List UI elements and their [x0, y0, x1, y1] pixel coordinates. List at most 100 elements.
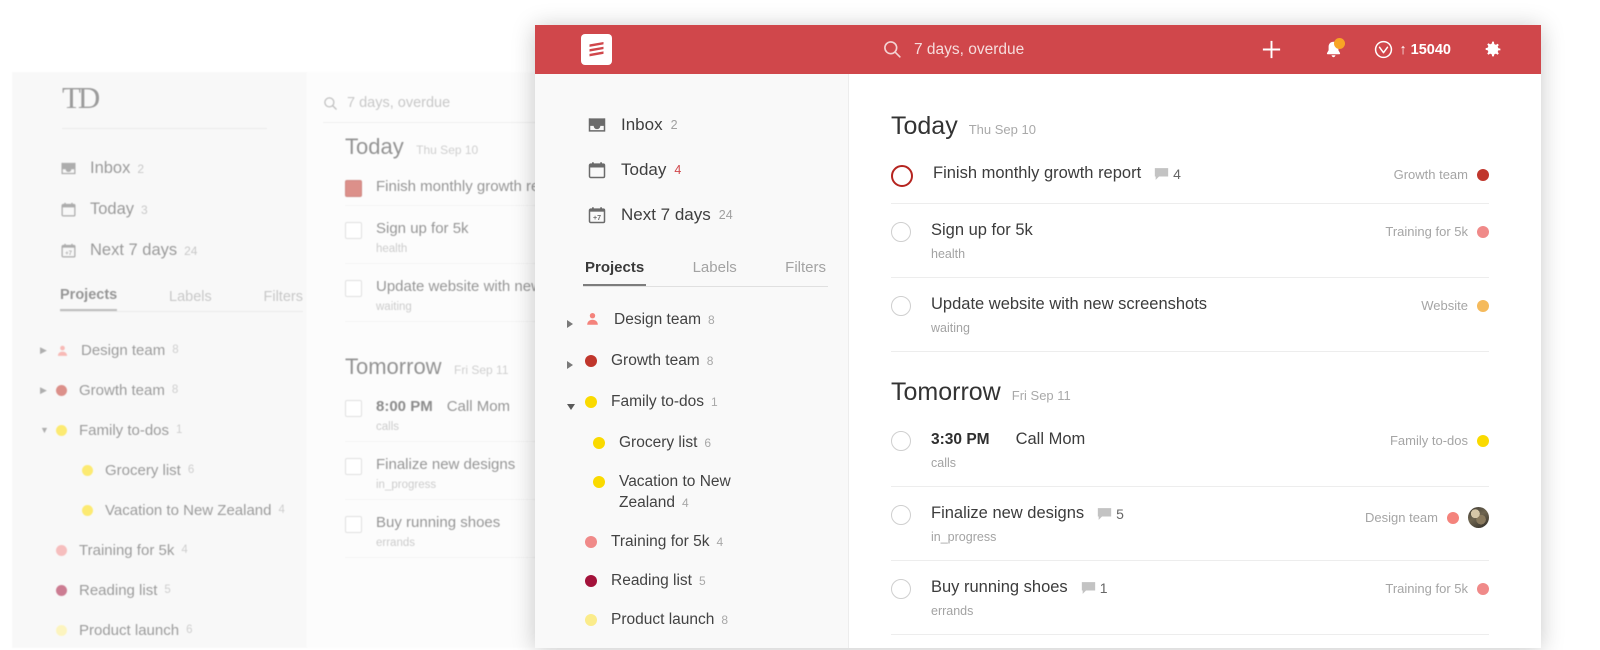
- background-project-item[interactable]: Grocery list 6: [40, 450, 310, 490]
- task-main: Finalize new designs 5 in_progress: [931, 504, 1365, 544]
- sidebar-project-vacation-to-new-zealand[interactable]: Vacation to New Zealand 4: [535, 463, 848, 523]
- background-project-label: Growth team: [79, 381, 165, 399]
- sidebar-project-label-wrap: Family to-dos 1: [611, 392, 718, 413]
- task-checkbox[interactable]: [891, 222, 911, 242]
- sidebar-project-family-to-dos[interactable]: Family to-dos 1: [535, 383, 848, 424]
- task-project-name[interactable]: Training for 5k: [1385, 581, 1468, 596]
- background-project-item[interactable]: ▶ Growth team 8: [40, 370, 310, 410]
- background-nav-item[interactable]: +7 Next 7 days 24: [60, 230, 300, 271]
- background-project-item[interactable]: ▼ Family to-dos 1: [40, 410, 310, 450]
- background-task-checkbox[interactable]: [345, 180, 362, 197]
- background-task-body: Finalize new designs in_progress: [376, 456, 515, 491]
- screenshot-stage: TD Inbox 2 Today 3 +7 Next 7 days 24 Pro…: [0, 0, 1600, 648]
- task-comments[interactable]: 5: [1097, 506, 1124, 522]
- task-row[interactable]: Finalize new designs 5 in_progress Desig…: [891, 487, 1489, 561]
- background-task-list: Today Thu Sep 10 Finish monthly growth r…: [345, 134, 627, 558]
- background-task-row[interactable]: 8:00 PM Call Mom calls: [345, 384, 555, 442]
- search-bar[interactable]: 7 days, overdue: [883, 25, 1024, 74]
- background-task-checkbox[interactable]: [345, 516, 362, 533]
- task-comments[interactable]: 4: [1154, 166, 1181, 182]
- background-project-count: 6: [186, 624, 193, 636]
- background-task-row[interactable]: Buy running shoes errands ≡: [345, 500, 558, 558]
- sidebar-project-growth-team[interactable]: Growth team 8: [535, 342, 848, 383]
- task-comment-count: 5: [1116, 505, 1124, 522]
- task-row[interactable]: Update website with new screenshots wait…: [891, 278, 1489, 352]
- task-project-name[interactable]: Training for 5k: [1385, 224, 1468, 239]
- background-task-checkbox[interactable]: [345, 458, 362, 475]
- background-task-row[interactable]: Finish monthly growth report: [345, 164, 565, 206]
- task-checkbox[interactable]: [891, 579, 911, 599]
- task-checkbox[interactable]: [891, 165, 913, 187]
- task-project-name[interactable]: Growth team: [1394, 167, 1468, 182]
- background-tabs: Projects Labels Filters: [60, 277, 303, 312]
- background-nav-item[interactable]: Inbox 2: [60, 148, 300, 189]
- project-color-dot: [1447, 511, 1459, 524]
- section-date: Fri Sep 11: [1011, 388, 1071, 403]
- background-task-row[interactable]: Sign up for 5k health: [345, 206, 555, 264]
- task-row[interactable]: Finish monthly growth report 4 Growth te…: [891, 147, 1489, 204]
- background-task-checkbox[interactable]: [345, 280, 362, 297]
- tab-labels[interactable]: Labels: [691, 259, 739, 286]
- search-input[interactable]: 7 days, overdue: [914, 41, 1024, 59]
- twisty-right-icon[interactable]: [567, 351, 585, 374]
- search-icon: [324, 96, 337, 110]
- sidebar-item-next 7 days[interactable]: +7 Next 7 days 24: [535, 192, 848, 237]
- sidebar-item-today[interactable]: Today 4: [535, 147, 848, 192]
- tab-projects[interactable]: Projects: [583, 259, 647, 286]
- background-project-label: Vacation to New Zealand: [105, 501, 272, 519]
- task-label: calls: [931, 456, 957, 470]
- notifications-button[interactable]: [1302, 25, 1364, 74]
- twisty-right-icon[interactable]: [567, 310, 585, 333]
- tab-filters[interactable]: Filters: [783, 259, 828, 286]
- task-row[interactable]: 3:30 PM Call Mom calls Family to-dos: [891, 413, 1489, 487]
- twisty-right-icon[interactable]: ▶: [40, 385, 56, 396]
- background-project-item[interactable]: ▶ Design team 8: [40, 330, 310, 370]
- background-tab-projects[interactable]: Projects: [60, 287, 118, 311]
- task-checkbox[interactable]: [891, 505, 911, 525]
- sidebar-project-reading-list[interactable]: Reading list 5: [535, 562, 848, 601]
- background-nav-count: 3: [141, 202, 148, 217]
- background-task-row[interactable]: Finalize new designs in_progress ≡: [345, 442, 558, 500]
- background-task-body: 8:00 PM Call Mom calls: [376, 398, 510, 433]
- avatar[interactable]: [1468, 507, 1489, 528]
- settings-button[interactable]: [1461, 25, 1523, 74]
- twisty-right-icon[interactable]: ▶: [40, 345, 56, 356]
- background-nav-item[interactable]: Today 3: [60, 189, 300, 230]
- task-title-line: Update website with new screenshots: [931, 295, 1421, 314]
- background-task-checkbox[interactable]: [345, 400, 362, 417]
- task-comments[interactable]: 1: [1081, 580, 1107, 596]
- karma-button[interactable]: ↑ 15040: [1364, 25, 1461, 74]
- background-task-title: Buy running shoes: [376, 514, 501, 531]
- task-checkbox[interactable]: [891, 431, 911, 451]
- add-task-button[interactable]: [1240, 25, 1302, 74]
- background-task-checkbox[interactable]: [345, 222, 362, 239]
- sidebar-project-grocery-list[interactable]: Grocery list 6: [535, 424, 848, 463]
- sidebar-project-product-launch[interactable]: Product launch 8: [535, 601, 848, 640]
- sidebar-project-count: 8: [706, 354, 714, 368]
- task-row[interactable]: Buy running shoes 1 errands Training for…: [891, 561, 1489, 635]
- calendar-7-icon: +7: [588, 206, 606, 223]
- task-checkbox[interactable]: [891, 296, 911, 316]
- sidebar-project-training-for-5k[interactable]: Training for 5k 4: [535, 523, 848, 562]
- background-tab-filters[interactable]: Filters: [264, 289, 303, 311]
- sidebar-item-inbox[interactable]: Inbox 2: [535, 102, 848, 147]
- background-search: 7 days, overdue: [323, 84, 545, 123]
- task-project-name[interactable]: Design team: [1365, 510, 1438, 525]
- task-row[interactable]: Sign up for 5k health Training for 5k: [891, 204, 1489, 278]
- twisty-down-icon[interactable]: [567, 392, 585, 415]
- background-project-item[interactable]: Training for 5k 4: [40, 530, 310, 570]
- background-project-count: 4: [181, 544, 188, 556]
- task-project-name[interactable]: Website: [1421, 298, 1468, 313]
- background-project-item[interactable]: Vacation to New Zealand 4: [40, 490, 310, 530]
- background-project-label: Training for 5k: [79, 541, 175, 559]
- twisty-down-icon[interactable]: ▼: [40, 425, 56, 435]
- background-tab-labels[interactable]: Labels: [169, 289, 212, 311]
- background-task-row[interactable]: Update website with new screenshots wait…: [345, 264, 627, 322]
- todoist-logo-icon[interactable]: [581, 34, 612, 65]
- background-project-item[interactable]: Reading list 5: [40, 570, 310, 610]
- sidebar-project-design-team[interactable]: Design team 8: [535, 301, 848, 342]
- sidebar-item-label: Inbox: [621, 114, 663, 134]
- task-project-name[interactable]: Family to-dos: [1390, 433, 1468, 448]
- sidebar-project-website[interactable]: Website7: [535, 640, 848, 648]
- background-project-item[interactable]: Product launch 6: [40, 610, 310, 650]
